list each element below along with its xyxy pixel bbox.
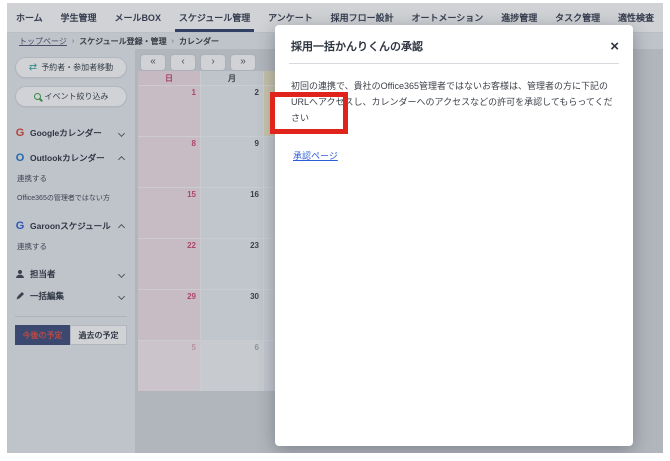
modal-body-text: 初回の連携で、貴社のOffice365管理者ではないお客様は、管理者の方に下記の… [291, 78, 617, 127]
app-window: ホーム 学生管理 メールBOX スケジュール管理 アンケート 採用フロー設計 オ… [7, 3, 663, 453]
close-icon[interactable]: × [610, 39, 619, 54]
approval-page-link[interactable]: 承認ページ [293, 149, 338, 162]
modal-title: 採用一括かんりくんの承認 [291, 38, 423, 54]
approval-modal: 採用一括かんりくんの承認 × 初回の連携で、貴社のOffice365管理者ではな… [275, 25, 633, 446]
